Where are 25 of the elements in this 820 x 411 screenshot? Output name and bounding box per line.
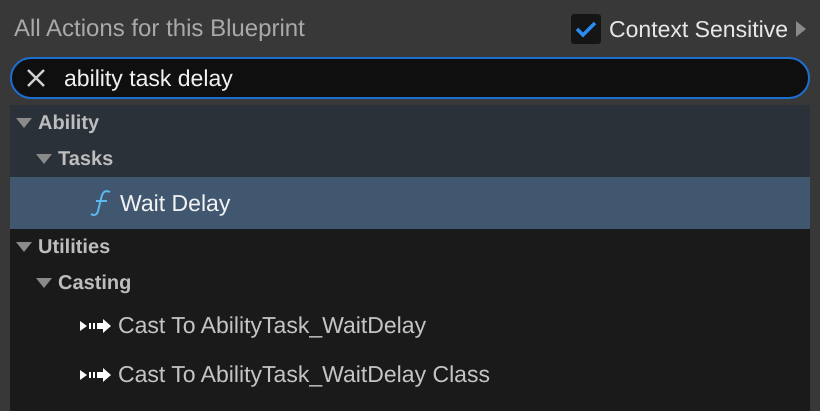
action-item[interactable]: Cast To AbilityTask_WaitDelay Class <box>10 350 810 399</box>
context-sensitive-checkbox[interactable] <box>571 14 602 44</box>
category-label: Ability <box>38 112 100 134</box>
category-row[interactable]: Tasks <box>10 141 810 177</box>
panel-title: All Actions for this Blueprint <box>14 15 305 43</box>
action-label: Wait Delay <box>120 190 230 216</box>
expand-right-icon[interactable] <box>796 21 806 37</box>
checkbox-label: Context Sensitive <box>609 16 788 42</box>
checkmark-icon <box>575 20 598 38</box>
category-label: Utilities <box>38 236 110 258</box>
category-label: Casting <box>58 272 132 294</box>
cast-node-icon <box>80 318 112 334</box>
expand-arrow-icon[interactable] <box>36 153 52 165</box>
category-label: Tasks <box>58 148 114 170</box>
action-label: Cast To AbilityTask_WaitDelay Class <box>118 361 490 388</box>
search-field[interactable]: ability task delay <box>10 57 810 99</box>
action-item[interactable]: Wait Delay <box>10 177 810 229</box>
action-label: Cast To AbilityTask_WaitDelay <box>118 312 426 339</box>
expand-arrow-icon[interactable] <box>36 277 52 289</box>
expand-arrow-icon[interactable] <box>16 117 32 129</box>
category-row[interactable]: Ability <box>10 105 810 141</box>
clear-icon[interactable] <box>26 68 46 88</box>
action-item[interactable]: Cast To AbilityTask_WaitDelay <box>10 301 810 350</box>
expand-arrow-icon[interactable] <box>16 241 32 253</box>
cast-node-icon <box>80 366 112 382</box>
